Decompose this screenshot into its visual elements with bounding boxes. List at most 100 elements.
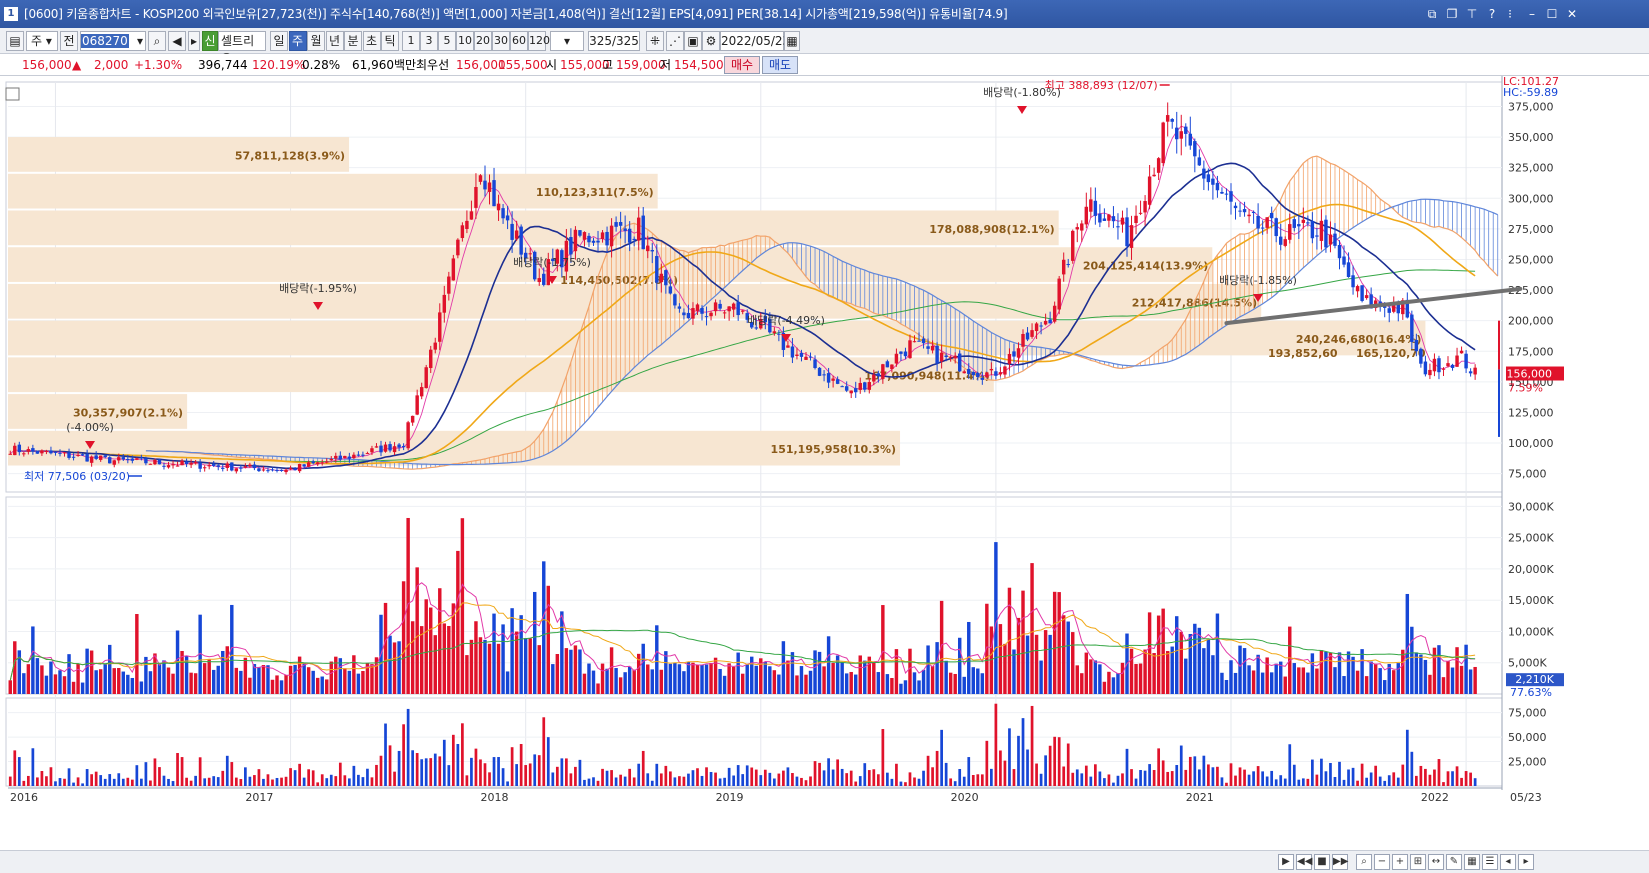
stock-chart[interactable]: 375,000 350,000 325,000 300,000 275,000 250,0… (0, 76, 1649, 850)
save-icon[interactable]: ▣ (684, 31, 702, 51)
tick-number-tab[interactable]: 10 (456, 31, 474, 51)
indicator-bar (587, 778, 591, 786)
ruler-icon[interactable]: ⋰ (666, 31, 684, 51)
gear-icon[interactable]: ⚙ (702, 31, 720, 51)
tick-number-tab[interactable]: 20 (474, 31, 492, 51)
candle-body (184, 461, 189, 464)
link-icon[interactable]: ⧉ (1424, 6, 1440, 22)
prev-button[interactable]: 전 (60, 31, 78, 51)
period-tab[interactable]: 틱 (381, 31, 399, 51)
indicator-bar (67, 768, 71, 786)
sell-button[interactable]: 매도 (762, 56, 798, 74)
chart-type-icon[interactable]: ⊞ (1410, 854, 1426, 870)
period-tab[interactable]: 초 (362, 31, 381, 51)
tool-icon[interactable]: ✎ (1446, 854, 1462, 870)
period-tab[interactable]: 분 (344, 31, 362, 51)
buy-button[interactable]: 매수 (724, 56, 760, 74)
tick-number-tab[interactable]: 1 (402, 31, 420, 51)
indicator-bar (451, 734, 455, 786)
candle-body (1129, 225, 1134, 248)
candle-body (442, 294, 447, 313)
tick-number-tab[interactable]: 3 (420, 31, 438, 51)
candle-body (1419, 348, 1423, 364)
tick-number-tab[interactable]: 60 (510, 31, 528, 51)
copy-icon[interactable]: ❐ (1444, 6, 1460, 22)
stop-icon[interactable]: ■ (1314, 854, 1330, 870)
tick-number-tab[interactable]: 120 (528, 31, 550, 51)
indicator-bar (723, 777, 726, 786)
volume-bar (1016, 617, 1021, 694)
candle-body (695, 304, 700, 311)
candle-body (474, 187, 478, 208)
rewind-icon[interactable]: ◀◀ (1296, 854, 1312, 870)
volume-bar (1373, 663, 1378, 694)
chart-menu-icon[interactable]: ▤ (6, 31, 24, 51)
candle-body (813, 359, 817, 369)
zoom-icon[interactable]: ⌕ (1356, 854, 1372, 870)
arrow-left-icon[interactable]: ◂ (1500, 854, 1516, 870)
fast-forward-icon[interactable]: ▶▶ (1332, 854, 1348, 870)
maximize-icon[interactable]: ☐ (1544, 6, 1560, 22)
period-tab[interactable]: 일 (270, 31, 288, 51)
volume-bar (903, 680, 908, 694)
indicator-bar (1442, 782, 1445, 786)
search-icon[interactable]: ⌕ (148, 31, 166, 51)
help-icon[interactable]: ? (1484, 6, 1500, 22)
bar-count-icon[interactable]: ⁜ (646, 31, 664, 51)
indicator-bar (58, 778, 62, 786)
chart-scrollbar[interactable]: ▶ ◀◀ ■ ▶▶ ⌕ − + ⊞ ↔ ✎ ▦ ☰ ◂ ▸ (0, 850, 1649, 873)
zoom-in-icon[interactable]: + (1392, 854, 1408, 870)
indicator-bar (203, 778, 207, 786)
market-select[interactable]: 주 ▾ (26, 31, 58, 51)
calendar-icon[interactable]: ▦ (784, 31, 800, 51)
indicator-bar (171, 781, 175, 786)
arrow-right-icon[interactable]: ▸ (1518, 854, 1534, 870)
period-tab[interactable]: 주 (288, 31, 307, 51)
indicator-bar (528, 763, 532, 786)
candle-body (1102, 218, 1107, 221)
candle-body (831, 378, 835, 381)
zoom-out-icon[interactable]: − (1374, 854, 1390, 870)
indicator-bar (17, 757, 21, 786)
best-quote-label: 최우선 (416, 58, 450, 72)
stock-code-input[interactable]: 068270 ▾ (80, 31, 146, 51)
scroll-end-icon[interactable]: ▶ (1278, 854, 1294, 870)
indicator-bar (1048, 745, 1052, 786)
indicator-bar (641, 750, 645, 786)
period-tab[interactable]: 월 (307, 31, 325, 51)
volume-bar (1161, 608, 1165, 694)
unit-select[interactable]: ▾ (550, 31, 584, 51)
expand-icon[interactable]: ▸ (188, 31, 200, 51)
candle-body (722, 312, 727, 314)
speaker-icon[interactable]: ◀ (168, 31, 186, 51)
volume-profile-label: 110,123,311(7.5%) (536, 186, 654, 199)
candle-body (1238, 210, 1242, 212)
indicator-bar (678, 776, 681, 786)
volume-bar (1351, 656, 1355, 694)
volume-bar (1342, 676, 1346, 694)
volume-bar (334, 656, 338, 694)
price-change: 2,000 (94, 58, 129, 72)
count-field[interactable]: 325/325 (588, 31, 640, 51)
volume-bar (1260, 672, 1265, 694)
indicator-bar (140, 778, 143, 786)
indicator-bar (185, 777, 188, 786)
candle-body (347, 456, 352, 459)
tick-number-tab[interactable]: 30 (492, 31, 510, 51)
volume-bar (162, 660, 166, 694)
volume-bar (1202, 648, 1206, 694)
grid-icon[interactable]: ▦ (1464, 854, 1480, 870)
tick-number-tab[interactable]: 5 (438, 31, 456, 51)
minimize-icon[interactable]: – (1524, 6, 1540, 22)
indicator-bar (45, 776, 48, 786)
stock-name-field[interactable]: 셀트리온 (218, 31, 266, 66)
list-icon[interactable]: ☰ (1482, 854, 1498, 870)
date-field[interactable]: 2022/05/23 (720, 31, 790, 51)
pin-icon[interactable]: ⊤ (1464, 6, 1480, 22)
settings-icon[interactable]: ⁝ (1502, 6, 1518, 22)
fit-icon[interactable]: ↔ (1428, 854, 1444, 870)
candle-body (953, 355, 957, 359)
period-tab[interactable]: 년 (325, 31, 344, 51)
close-icon[interactable]: ✕ (1564, 6, 1580, 22)
price-tick-label: 125,000 (1508, 406, 1554, 419)
